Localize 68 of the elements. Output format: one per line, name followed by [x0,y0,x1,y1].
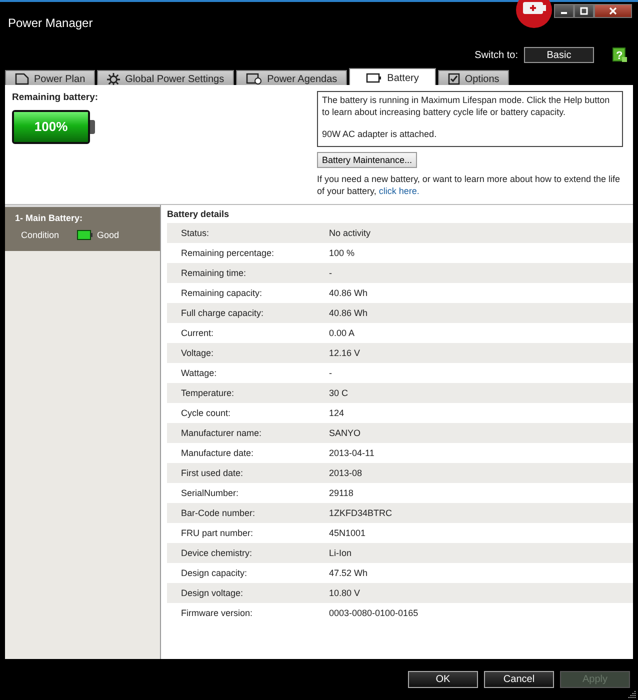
detail-label: Remaining time: [180,268,248,278]
condition-label: Condition [21,230,60,240]
switch-to-label: Switch to: [474,50,518,60]
detail-value: - [329,268,332,278]
detail-value: 12.16 V [329,348,360,358]
help-text: If you need a new battery, or want to learn more about how to extend the life of your battery, click here. [317,173,622,197]
condition-value: Good [97,230,120,240]
gear-icon [107,72,120,86]
basic-button[interactable]: Basic [524,47,594,63]
detail-label: Full charge capacity: [180,308,265,318]
resize-grip-icon[interactable] [628,690,636,698]
footer-button[interactable]: Cancel [484,671,554,688]
detail-label: Remaining percentage: [180,248,276,258]
remaining-battery-label: Remaining battery: [12,92,100,103]
close-icon [608,6,618,16]
detail-value: No activity [329,228,371,238]
adapter-text: 90W AC adapter is attached. [322,128,438,140]
detail-value: 30 C [329,388,348,398]
detail-value: 2013-04-11 [329,448,374,458]
footer-button[interactable]: OK [408,671,478,688]
detail-value: 40.86 Wh [329,308,368,318]
detail-label: Device chemistry: [180,548,254,558]
detail-label: Design capacity: [180,568,248,578]
battery-logo-icon [516,0,552,28]
detail-value: Li-Ion [329,548,352,558]
detail-value: 1ZKFD34BTRC [329,508,392,518]
close-button[interactable] [594,4,632,18]
detail-label: Manufacturer name: [180,428,263,438]
detail-label: Design voltage: [180,588,244,598]
detail-label: Firmware version: [180,608,254,618]
detail-label: Voltage: [180,348,215,358]
detail-label: FRU part number: [180,528,254,538]
battery-gauge: 100% [12,110,96,144]
click-here-link[interactable]: click here. [378,186,420,196]
detail-value: 0.00 A [329,328,355,338]
battery-list-item[interactable]: 1- Main Battery: Condition Good [5,205,160,251]
detail-value: 124 [329,408,344,418]
battery-icon [366,73,382,83]
detail-value: 45N1001 [329,528,366,538]
detail-value: 47.52 Wh [329,568,368,578]
minimize-button[interactable] [554,4,574,18]
maximize-button[interactable] [574,4,594,18]
details-title: Battery details [167,209,230,219]
detail-label: Temperature: [180,388,236,398]
detail-value: 40.86 Wh [329,288,368,298]
detail-value: 29118 [329,488,354,498]
detail-value: 10.80 V [329,588,360,598]
maximize-icon [579,6,589,16]
detail-value: 100 % [329,248,355,258]
detail-value: SANYO [329,428,361,438]
detail-value: 2013-08 [329,468,362,478]
checkbox-icon [448,73,460,85]
detail-label: First used date: [180,468,244,478]
detail-label: Wattage: [180,368,218,378]
detail-label: Manufacture date: [180,448,255,458]
detail-label: SerialNumber: [180,488,240,498]
battery-maintenance-button[interactable]: Battery Maintenance... [317,152,418,168]
window-title: Power Manager [8,16,93,30]
detail-value: - [329,368,332,378]
info-text: The battery is running in Maximum Lifespan mode. Click the Help button to learn about increasing battery cycle life or battery capacity. [322,94,611,118]
detail-label: Current: [180,328,215,338]
battery-icon [77,230,94,240]
page-icon [15,73,29,85]
detail-label: Remaining capacity: [180,288,264,298]
detail-value: 0003-0080-0100-0165 [329,608,418,618]
detail-label: Cycle count: [180,408,232,418]
detail-label: Bar-Code number: [180,508,256,518]
detail-label: Status: [180,228,210,238]
